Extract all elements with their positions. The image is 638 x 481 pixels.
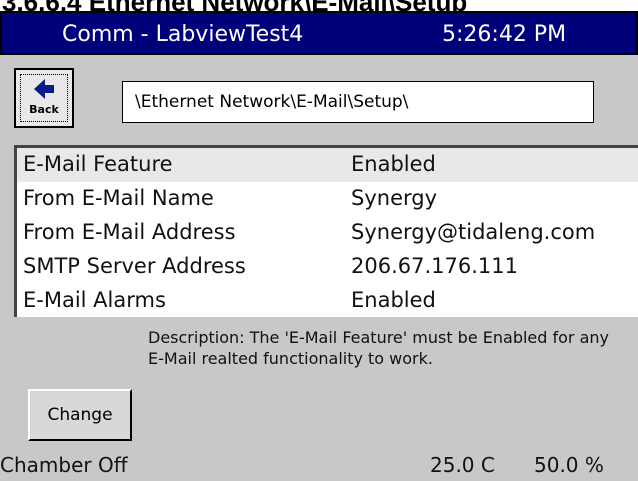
settings-list: E-Mail Feature Enabled From E-Mail Name …: [14, 145, 638, 317]
settings-row-smtp-server[interactable]: SMTP Server Address 206.67.176.111: [17, 250, 638, 284]
chamber-status: Chamber Off: [0, 453, 128, 477]
device-screen: Comm - LabviewTest4 5:26:42 PM Back \Eth…: [0, 11, 638, 481]
setting-value: Synergy: [351, 186, 438, 210]
temperature-readout: 25.0 C: [430, 453, 495, 477]
document-heading: 3.6.6.4 Ethernet Network\E-Mail\Setup: [0, 0, 638, 11]
settings-row-email-feature[interactable]: E-Mail Feature Enabled: [17, 148, 638, 182]
setting-name: From E-Mail Address: [23, 220, 236, 244]
humidity-readout: 50.0 %: [534, 453, 604, 477]
change-button[interactable]: Change: [28, 389, 132, 441]
setting-value: Synergy@tidaleng.com: [351, 220, 596, 244]
settings-row-email-alarms[interactable]: E-Mail Alarms Enabled: [17, 284, 638, 318]
path-field: \Ethernet Network\E-Mail\Setup\: [122, 81, 594, 123]
setting-name: From E-Mail Name: [23, 186, 214, 210]
back-button-label: Back: [29, 103, 59, 116]
app-title: Comm - LabviewTest4: [62, 22, 304, 47]
setting-value: Enabled: [351, 152, 436, 176]
setting-name: E-Mail Feature: [23, 152, 173, 176]
title-bar: Comm - LabviewTest4 5:26:42 PM: [0, 11, 638, 55]
setting-name: E-Mail Alarms: [23, 288, 166, 312]
setting-name: SMTP Server Address: [23, 254, 246, 278]
description-text: Description: The 'E-Mail Feature' must b…: [148, 328, 610, 368]
back-button[interactable]: Back: [14, 68, 74, 128]
clock-time: 5:26:42 PM: [442, 22, 567, 47]
setting-value: Enabled: [351, 288, 436, 312]
left-arrow-icon: [34, 79, 54, 99]
settings-row-from-email-name[interactable]: From E-Mail Name Synergy: [17, 182, 638, 216]
setting-value: 206.67.176.111: [351, 254, 518, 278]
settings-row-from-email-address[interactable]: From E-Mail Address Synergy@tidaleng.com: [17, 216, 638, 250]
